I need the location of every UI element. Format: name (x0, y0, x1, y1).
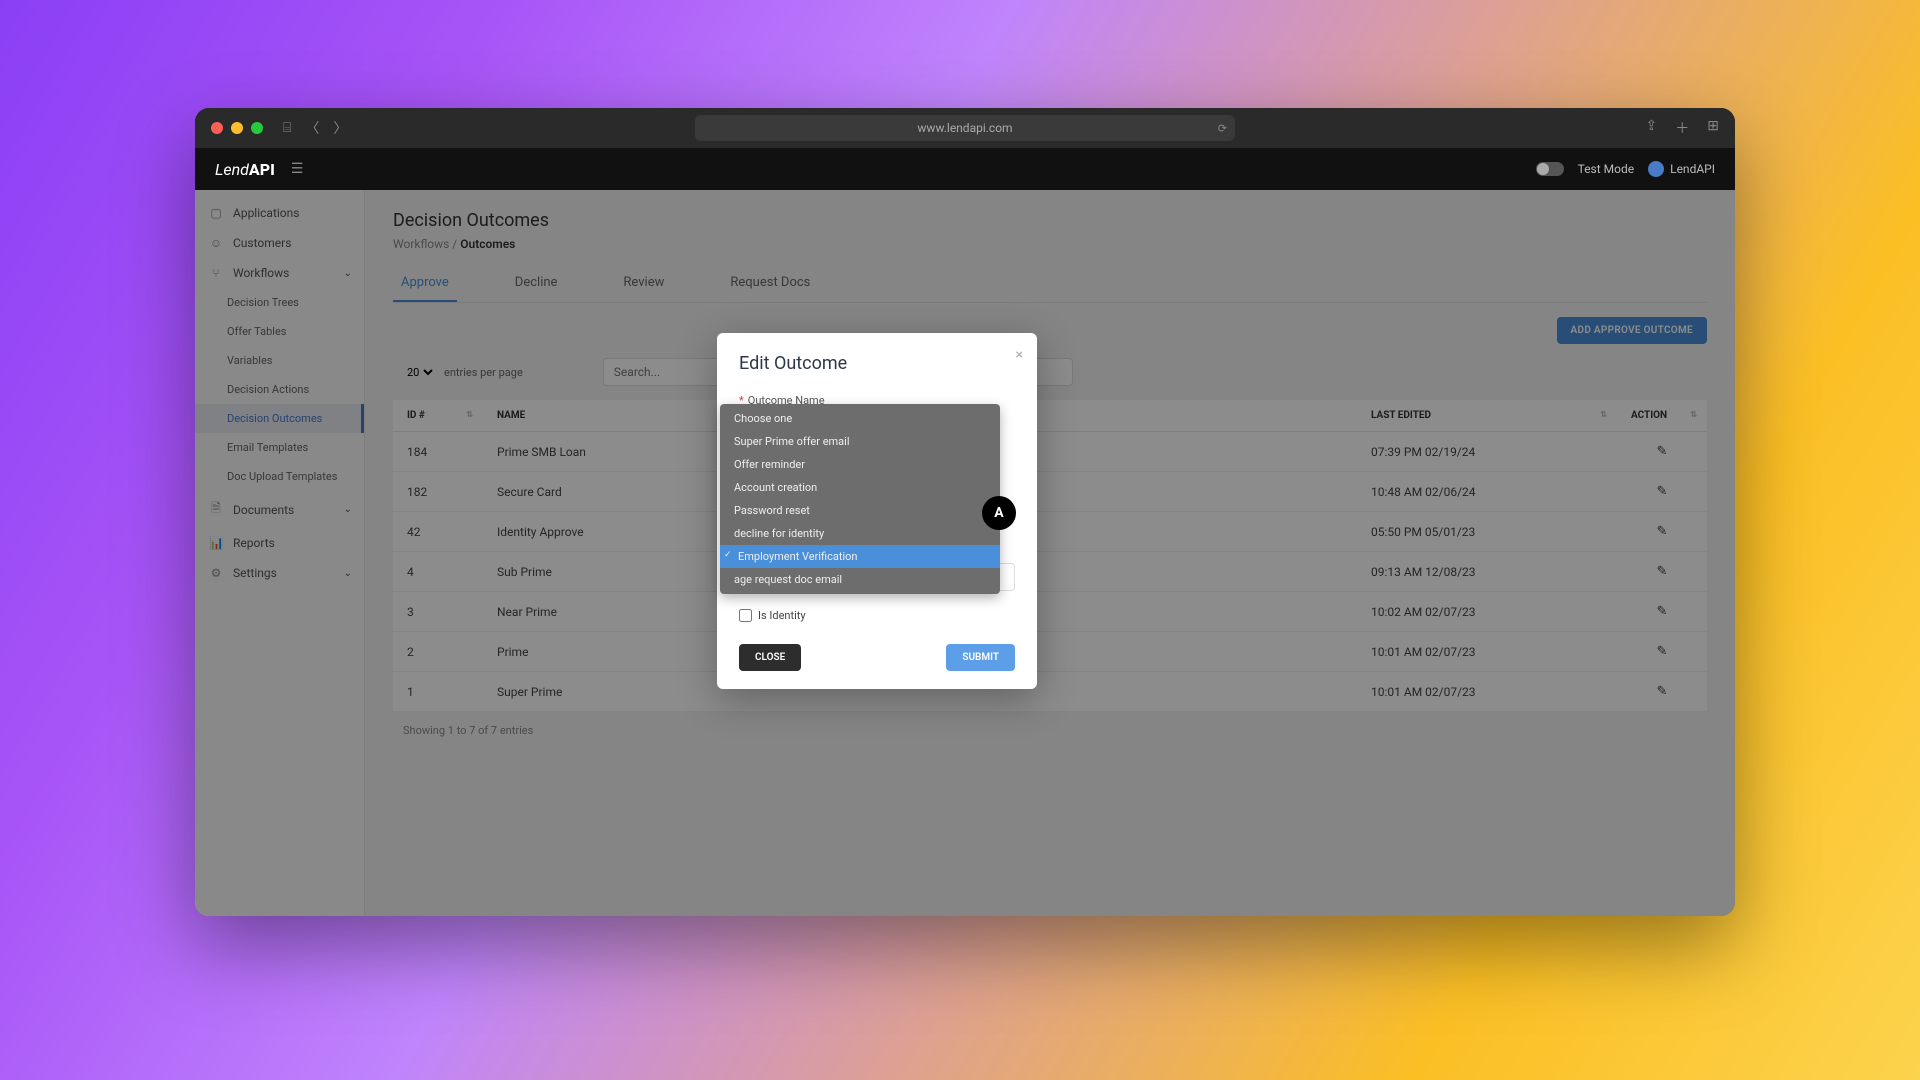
dropdown-option[interactable]: Offer reminder (720, 453, 1000, 476)
test-mode-label: Test Mode (1578, 162, 1635, 176)
close-icon[interactable]: × (1016, 347, 1023, 363)
url-bar[interactable]: www.lendapi.com ⟳ (695, 115, 1235, 141)
sidebar-toggle-icon[interactable]: ⌸ (283, 120, 291, 136)
close-window-icon[interactable] (211, 122, 223, 134)
browser-window: ⌸ 〈 〉 www.lendapi.com ⟳ ⇪ ＋ ⊞ LendAPI ☰ … (195, 108, 1735, 916)
dropdown-option[interactable]: Choose one (720, 404, 1000, 430)
dropdown-option[interactable]: age request doc email (720, 568, 1000, 594)
tabs-icon[interactable]: ⊞ (1707, 118, 1719, 138)
dropdown-option[interactable]: Password reset (720, 499, 1000, 522)
new-tab-icon[interactable]: ＋ (1675, 118, 1689, 138)
back-icon[interactable]: 〈 (305, 118, 319, 138)
user-name: LendAPI (1670, 162, 1715, 176)
dropdown-option[interactable]: Account creation (720, 476, 1000, 499)
minimize-window-icon[interactable] (231, 122, 243, 134)
app-header: LendAPI ☰ Test Mode LendAPI (195, 148, 1735, 190)
share-icon[interactable]: ⇪ (1646, 118, 1658, 138)
titlebar: ⌸ 〈 〉 www.lendapi.com ⟳ ⇪ ＋ ⊞ (195, 108, 1735, 148)
outcome-name-dropdown[interactable]: Choose oneSuper Prime offer emailOffer r… (720, 404, 1000, 594)
nav-toggle-icon[interactable]: ☰ (291, 161, 304, 177)
dropdown-option[interactable]: Super Prime offer email (720, 430, 1000, 453)
modal-title: Edit Outcome (739, 353, 1015, 374)
maximize-window-icon[interactable] (251, 122, 263, 134)
forward-icon[interactable]: 〉 (333, 118, 347, 138)
is-identity-label: Is Identity (758, 609, 806, 622)
dropdown-option[interactable]: decline for identity (720, 522, 1000, 545)
avatar (1648, 161, 1664, 177)
dropdown-option[interactable]: Employment Verification (720, 545, 1000, 568)
close-button[interactable]: CLOSE (739, 644, 801, 671)
annotation-marker: A (982, 496, 1016, 530)
is-identity-checkbox[interactable] (739, 609, 752, 622)
url-text: www.lendapi.com (917, 121, 1012, 135)
refresh-icon[interactable]: ⟳ (1218, 122, 1227, 135)
test-mode-toggle[interactable] (1536, 162, 1564, 176)
user-badge[interactable]: LendAPI (1648, 161, 1715, 177)
traffic-lights (211, 122, 263, 134)
submit-button[interactable]: SUBMIT (946, 644, 1015, 671)
logo: LendAPI (215, 160, 275, 179)
